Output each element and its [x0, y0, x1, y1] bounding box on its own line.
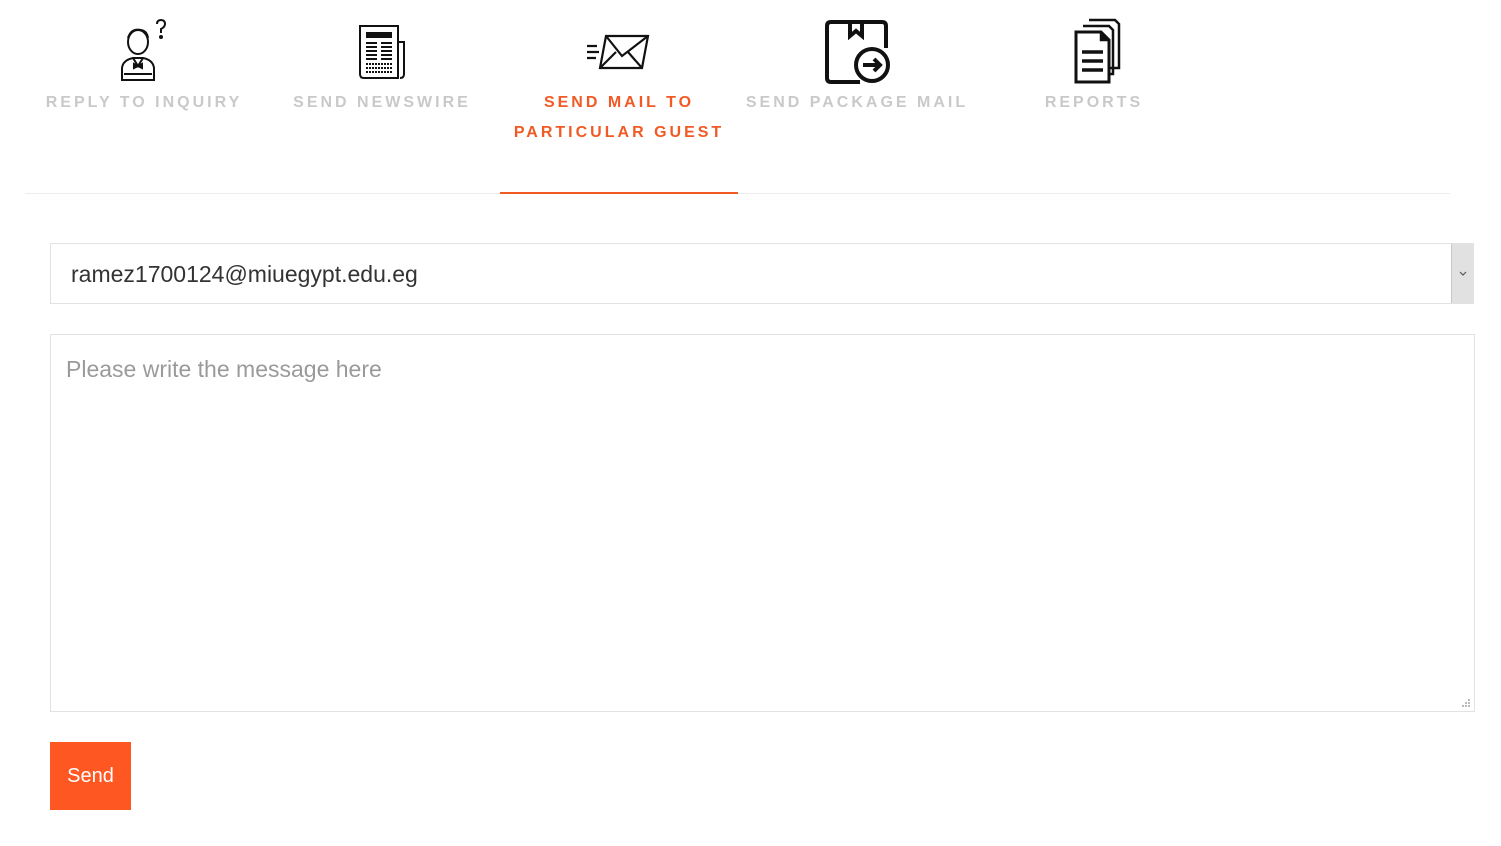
message-placeholder: Please write the message here [66, 356, 382, 382]
message-textarea[interactable]: Please write the message here [50, 334, 1475, 712]
tab-label: Send Newswire [293, 94, 471, 111]
tab-reports[interactable]: Reports [975, 0, 1213, 193]
recipient-select-value: ramez1700124@miuegypt.edu.eg [71, 261, 418, 287]
tab-send-newswire[interactable]: Send Newswire [263, 0, 501, 193]
tab-reply-to-inquiry[interactable]: Reply to Inquiry [25, 0, 263, 193]
tab-bar: Reply to Inquiry Send Newswire Send mail [25, 0, 1450, 194]
documents-icon [1059, 18, 1129, 86]
tab-send-package-mail[interactable]: Send Package Mail [738, 0, 976, 193]
tab-label: Send mail to particular guest [513, 94, 725, 141]
chevron-down-icon [1459, 271, 1466, 276]
tab-label: Reports [1044, 94, 1144, 111]
resize-grip-icon[interactable] [1461, 698, 1471, 708]
newspaper-icon [347, 18, 417, 86]
active-tab-indicator [500, 192, 738, 194]
package-arrow-icon [822, 18, 892, 86]
tab-label: Reply to Inquiry [45, 94, 243, 111]
person-question-icon [109, 18, 179, 86]
recipient-select[interactable]: ramez1700124@miuegypt.edu.eg [50, 243, 1474, 304]
select-dropdown-button[interactable] [1451, 244, 1473, 303]
tab-send-mail-to-particular-guest[interactable]: Send mail to particular guest [500, 0, 738, 194]
send-button[interactable]: Send [50, 742, 131, 810]
send-mail-icon [584, 18, 654, 86]
tab-label: Send Package Mail [745, 94, 969, 111]
